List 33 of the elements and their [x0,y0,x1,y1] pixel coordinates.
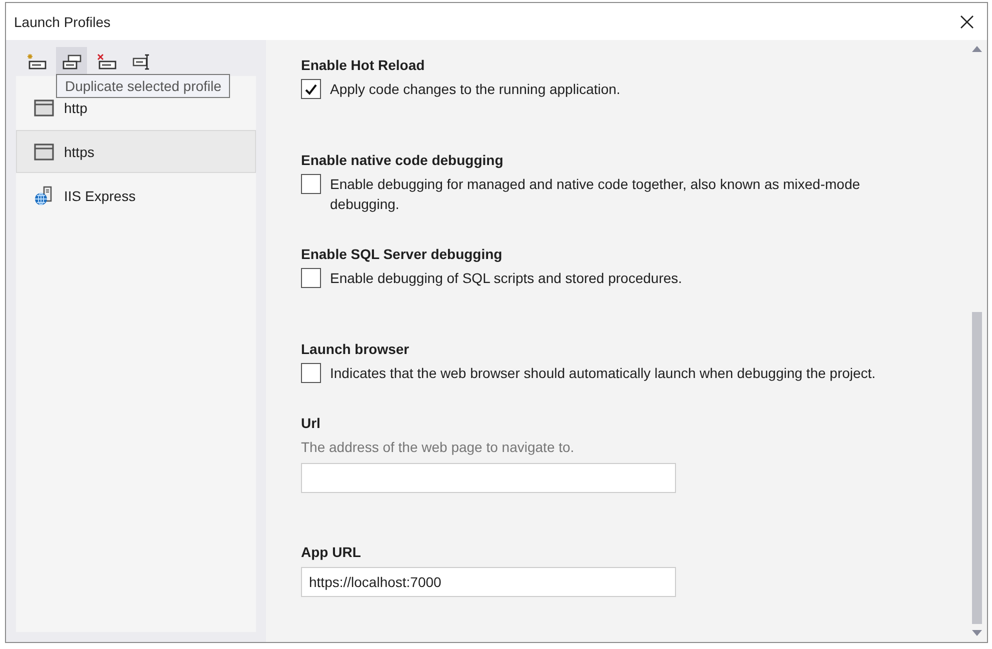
scroll-up-icon [972,46,982,52]
checkbox[interactable] [301,363,321,383]
setting-title: App URL [301,544,361,560]
setting-title: Url [301,415,320,431]
setting-title: Enable native code debugging [301,152,504,168]
checkbox[interactable] [301,268,321,288]
checkbox-label: Apply code changes to the running application. [330,80,620,99]
checkbox-label: Indicates that the web browser should automatically launch when debugging the project. [330,364,876,383]
close-icon [960,14,974,28]
delete-icon [96,54,116,70]
checkbox[interactable] [301,174,321,194]
duplicate-button[interactable] [56,47,87,76]
profile-item[interactable]: IIS Express [16,174,256,217]
setting-title: Enable Hot Reload [301,57,425,73]
checkbox-label: Enable debugging for managed and native code together, also known as mixed-mode debugging. [330,175,862,214]
rename-icon [132,54,152,70]
setting-title: Launch browser [301,341,410,357]
window-title: Launch Profiles [14,14,111,30]
window-icon [34,142,54,160]
copy-icon [62,54,82,70]
input-field[interactable] [301,463,676,493]
profile-item[interactable]: https [16,130,256,173]
field-description: The address of the web page to navigate to. [301,439,574,455]
window-icon [34,98,54,116]
scroll-down-icon [972,630,982,636]
check-icon [305,84,317,94]
checkbox[interactable] [301,79,321,99]
tooltip: Duplicate selected profile [56,74,230,98]
setting-title: Enable SQL Server debugging [301,246,502,262]
checkbox-label: Enable debugging of SQL scripts and stored procedures. [330,269,682,288]
input-field[interactable]: https://localhost:7000 [301,567,676,597]
new-item-icon [26,54,46,70]
globe-server-icon [34,186,54,206]
